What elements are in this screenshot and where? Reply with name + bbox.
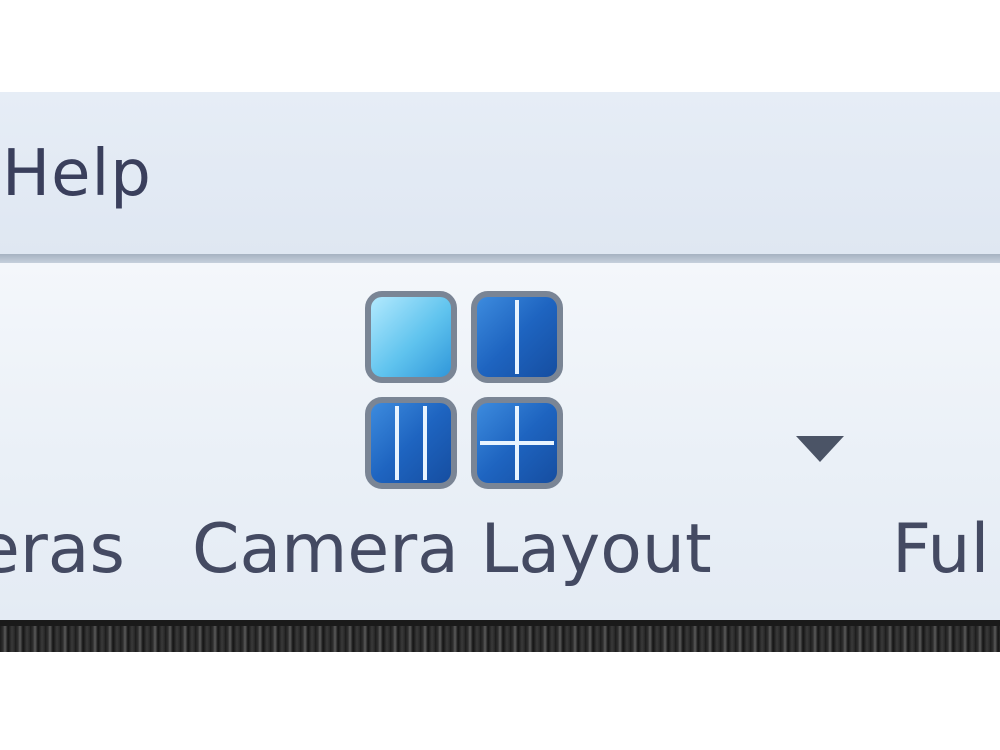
chevron-down-icon[interactable] [796,436,844,462]
camera-layout-button-label[interactable]: Camera Layout [192,512,712,588]
fullscreen-button-label[interactable]: Ful [892,512,989,588]
menu-item-help[interactable]: Help [2,142,152,206]
menu-ribbon-divider [0,254,1000,263]
app-window: Help eras Camera [0,0,1000,750]
camera-layout-grid-icon[interactable] [362,288,566,492]
cameras-button-label[interactable]: eras [0,512,125,588]
camera-preview-strip [0,620,1000,652]
